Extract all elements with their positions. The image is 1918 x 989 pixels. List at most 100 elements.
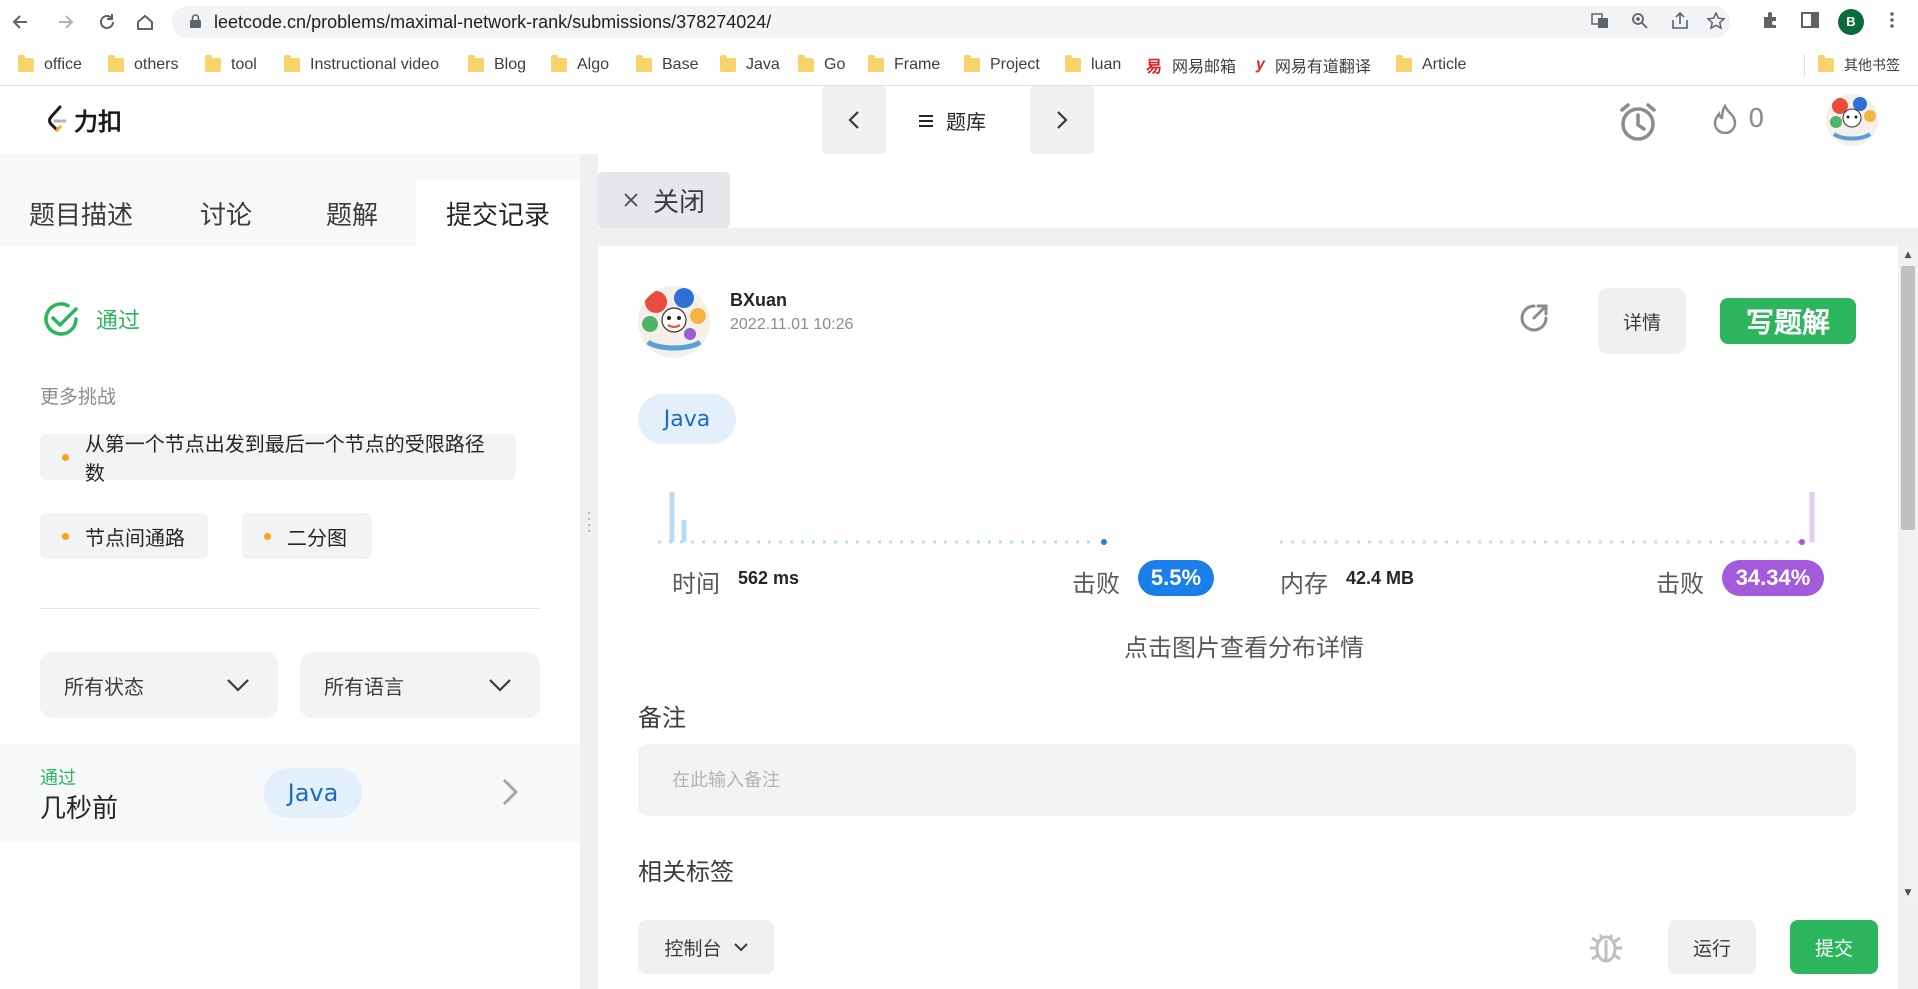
leetcode-logo[interactable]: 力扣 <box>46 102 122 137</box>
write-solution-button[interactable]: 写题解 <box>1720 298 1856 344</box>
share-icon[interactable] <box>1516 300 1552 336</box>
user-avatar[interactable] <box>638 286 710 358</box>
user-avatar-top[interactable] <box>1826 94 1878 146</box>
bookmark-others[interactable]: others <box>108 53 178 77</box>
bookmark-star-icon[interactable] <box>1706 11 1726 32</box>
folder-icon <box>108 55 124 72</box>
difficulty-dot <box>62 532 69 540</box>
tab-description[interactable]: 题目描述 <box>8 180 154 246</box>
browser-toolbar: leetcode.cn/problems/maximal-network-ran… <box>0 0 1918 44</box>
accepted-status: 通过 <box>42 300 140 338</box>
memory-distribution-chart[interactable] <box>1280 482 1840 552</box>
bookmark-instructional-video[interactable]: Instructional video <box>284 53 439 77</box>
extensions-icon[interactable] <box>1758 10 1782 34</box>
bookmark-youdao[interactable]: y 网易有道翻译 <box>1256 53 1371 77</box>
translate-icon[interactable] <box>1590 12 1610 32</box>
alarm-clock-icon[interactable] <box>1616 100 1660 144</box>
bookmark-luan[interactable]: luan <box>1065 53 1121 77</box>
folder-icon <box>868 55 884 72</box>
netease-mail-icon: 易 <box>1146 59 1163 76</box>
challenge-chip-bipartite[interactable]: 二分图 <box>242 513 372 559</box>
folder-icon <box>636 55 652 72</box>
folder-icon <box>284 55 300 72</box>
run-button[interactable]: 运行 <box>1668 920 1756 974</box>
status-label: 通过 <box>96 309 141 334</box>
address-bar[interactable]: leetcode.cn/problems/maximal-network-ran… <box>172 6 1730 38</box>
problem-bank-link[interactable]: 题库 <box>918 106 986 135</box>
panel-splitter[interactable] <box>580 154 598 989</box>
challenge-chip-node-paths[interactable]: 节点间通路 <box>40 513 208 559</box>
bookmark-base[interactable]: Base <box>636 53 698 77</box>
submission-row[interactable]: 通过 几秒前 Java <box>0 744 580 842</box>
bookmark-office[interactable]: office <box>18 53 82 77</box>
site-header: 力扣 题库 0 <box>0 86 1918 154</box>
status-filter-dropdown[interactable]: 所有状态 <box>40 652 278 718</box>
check-circle-icon <box>44 302 78 336</box>
tab-discussion[interactable]: 讨论 <box>184 180 268 246</box>
note-input[interactable] <box>638 744 1856 816</box>
runtime-distribution-chart[interactable] <box>658 482 1128 552</box>
youdao-icon: y <box>1256 56 1265 73</box>
prev-problem-button[interactable] <box>822 86 886 154</box>
runtime-label: 时间 <box>672 570 720 598</box>
streak-counter[interactable]: 0 <box>1712 104 1765 134</box>
bookmark-java[interactable]: Java <box>720 53 780 77</box>
memory-label: 内存 <box>1280 570 1328 598</box>
tab-submissions[interactable]: 提交记录 <box>416 180 580 246</box>
scroll-up-arrow[interactable]: ▲ <box>1903 250 1913 260</box>
reload-icon[interactable] <box>94 9 120 35</box>
difficulty-dot <box>62 453 69 461</box>
chevron-left-icon <box>848 111 859 129</box>
menu-kebab-icon[interactable] <box>1880 10 1904 34</box>
side-panel-icon[interactable] <box>1798 10 1822 34</box>
folder-icon <box>18 55 34 72</box>
back-icon[interactable] <box>8 9 34 35</box>
challenge-chip-restricted-paths[interactable]: 从第一个节点出发到最后一个节点的受限路径数 <box>40 432 516 485</box>
fire-icon <box>1713 104 1737 134</box>
chevron-right-icon <box>1057 111 1068 129</box>
bookmark-blog[interactable]: Blog <box>468 53 526 77</box>
bookmark-article[interactable]: Article <box>1396 53 1466 77</box>
submission-status: 通过 <box>40 768 76 789</box>
next-problem-button[interactable] <box>1030 86 1094 154</box>
folder-icon <box>720 55 736 72</box>
submission-datetime: 2022.11.01 10:26 <box>730 316 854 333</box>
language-filter-dropdown[interactable]: 所有语言 <box>300 652 540 718</box>
home-icon[interactable] <box>132 9 158 35</box>
chevron-down-icon <box>733 942 748 951</box>
console-button[interactable]: 控制台 <box>638 920 774 974</box>
scrollbar[interactable]: ▲ ▼ <box>1898 246 1918 902</box>
bookmark-other[interactable]: 其他书签 <box>1818 53 1900 77</box>
distribution-hint[interactable]: 点击图片查看分布详情 <box>1124 628 1364 663</box>
bookmark-netease-mail[interactable]: 易 网易邮箱 <box>1146 53 1236 77</box>
folder-icon <box>798 55 814 72</box>
forward-icon[interactable] <box>52 9 78 35</box>
folder-icon <box>1396 55 1412 72</box>
tab-solutions[interactable]: 题解 <box>310 180 394 246</box>
tags-title: 相关标签 <box>638 858 734 886</box>
share-page-icon[interactable] <box>1670 11 1690 32</box>
username: BXuan <box>730 290 788 310</box>
close-tab-button[interactable]: 关闭 <box>598 172 730 228</box>
zoom-icon[interactable] <box>1630 12 1650 32</box>
bookmark-tool[interactable]: tool <box>205 53 257 77</box>
submit-button[interactable]: 提交 <box>1790 920 1878 974</box>
bookmark-algo[interactable]: Algo <box>551 53 609 77</box>
bookmark-go[interactable]: Go <box>798 53 845 77</box>
folder-icon <box>964 55 980 72</box>
bookmark-project[interactable]: Project <box>964 53 1040 77</box>
chevron-down-icon <box>227 679 249 692</box>
detail-button[interactable]: 详情 <box>1598 288 1686 354</box>
scroll-thumb[interactable] <box>1901 266 1915 530</box>
profile-avatar[interactable]: B <box>1838 9 1864 35</box>
bookmark-frame[interactable]: Frame <box>868 53 940 77</box>
editor-bottom-bar: 控制台 运行 提交 <box>598 902 1898 989</box>
scroll-down-arrow[interactable]: ▼ <box>1903 888 1913 898</box>
divider <box>40 608 540 609</box>
folder-icon <box>468 55 484 72</box>
bug-icon[interactable] <box>1586 926 1626 966</box>
folder-icon <box>1818 55 1834 72</box>
drag-handle-icon[interactable] <box>587 510 591 534</box>
folder-icon <box>205 55 221 72</box>
submission-detail-panel: BXuan 2022.11.01 10:26 详情 写题解 Java 时间 56… <box>598 246 1898 989</box>
